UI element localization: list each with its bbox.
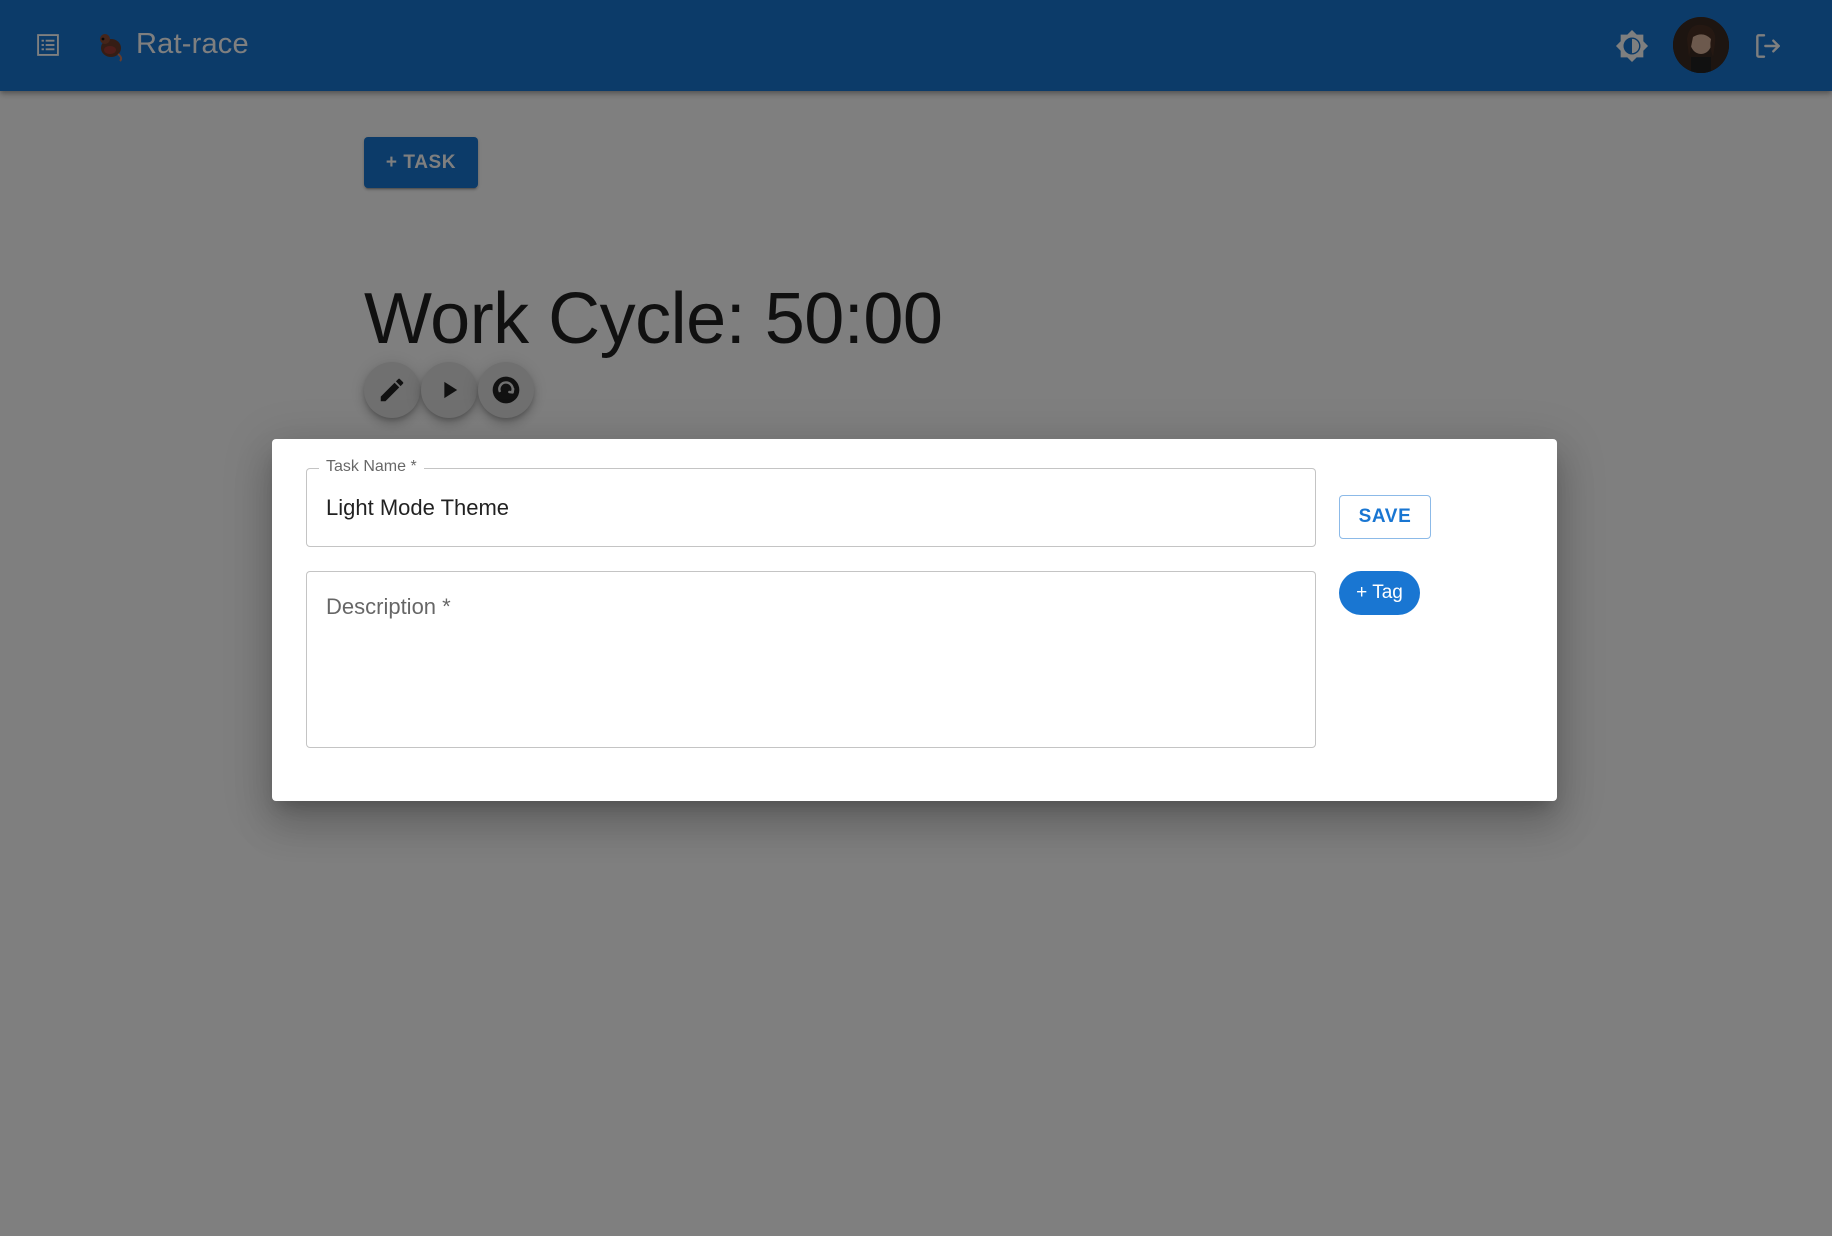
add-tag-button[interactable]: + Tag (1339, 571, 1420, 615)
new-task-dialog: Task Name * SAVE + Tag (272, 439, 1557, 801)
save-button[interactable]: SAVE (1339, 495, 1431, 539)
description-input[interactable] (326, 594, 1286, 724)
task-name-label: Task Name * (319, 458, 424, 476)
description-field (306, 571, 1316, 748)
task-name-input[interactable] (326, 493, 1286, 523)
task-name-field: Task Name * (306, 458, 1316, 547)
